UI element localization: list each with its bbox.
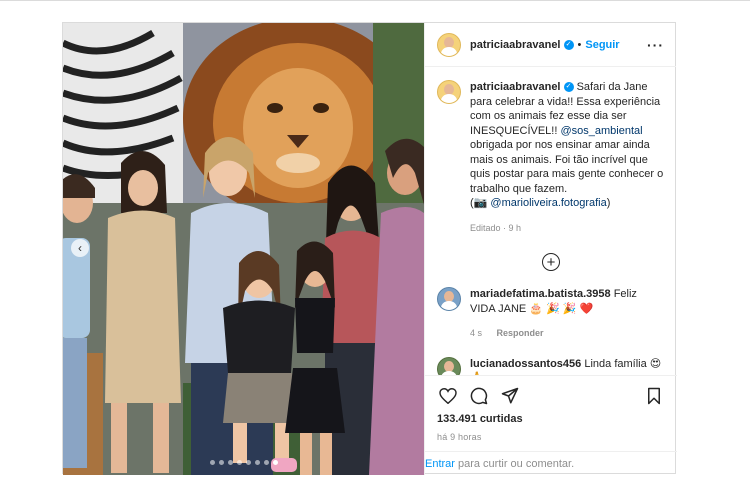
comment-body: lucianadossantos456 Linda família 😍 🙏 xyxy=(470,357,665,376)
carousel-dot xyxy=(218,460,224,465)
caption-text-part: ) xyxy=(606,197,611,209)
carousel-dot xyxy=(254,460,260,465)
comment-item: lucianadossantos456 Linda família 😍 🙏 xyxy=(437,356,665,376)
carousel-prev-button[interactable]: ‹ xyxy=(71,239,89,257)
author-avatar[interactable] xyxy=(437,32,461,57)
load-more-comments-button[interactable]: + xyxy=(542,253,560,271)
like-button[interactable] xyxy=(437,385,459,407)
caption-meta: Editado · 9 h xyxy=(470,222,522,233)
caption-username[interactable]: patriciaabravanel xyxy=(470,81,561,93)
login-prompt-text: para curtir ou comentar. xyxy=(457,457,575,470)
caption-text-part: obrigada por nos ensinar amar ainda mais… xyxy=(470,139,664,195)
carousel-dot xyxy=(209,460,215,465)
carousel-dot xyxy=(245,460,251,465)
mention-link[interactable]: @marioliveira.fotografia xyxy=(490,197,606,209)
comment-body: mariadefatima.batista.3958 Feliz VIDA JA… xyxy=(470,287,665,341)
chevron-left-icon: ‹ xyxy=(78,241,82,255)
more-horizontal-icon[interactable]: ··· xyxy=(647,37,664,53)
caption-text-part: (📷 xyxy=(470,197,491,209)
commenter-avatar[interactable] xyxy=(437,356,461,375)
verified-badge-icon: ✓ xyxy=(563,82,574,93)
carousel-dot xyxy=(263,460,269,465)
post-card: ‹ patriciaabravanel ✓ • Seguir ··· patri… xyxy=(62,22,677,475)
login-prompt: Entrar para curtir ou comentar. xyxy=(425,451,677,475)
commenter-username[interactable]: lucianadossantos456 xyxy=(470,358,581,370)
post-actions-bar xyxy=(425,375,677,415)
post-timestamp: há 9 horas xyxy=(437,432,482,442)
comments-section[interactable]: patriciaabravanel ✓ Safari da Jane para c… xyxy=(425,68,677,375)
comment-button[interactable] xyxy=(468,385,490,407)
mention-link[interactable]: @sos_ambiental xyxy=(560,125,642,137)
reply-button[interactable]: Responder xyxy=(497,328,544,338)
caption-text: patriciaabravanel ✓ Safari da Jane para c… xyxy=(470,80,665,235)
comment-time: 4 s xyxy=(470,328,483,338)
post-caption: patriciaabravanel ✓ Safari da Jane para c… xyxy=(437,80,665,235)
login-link[interactable]: Entrar xyxy=(425,458,455,470)
top-divider xyxy=(0,0,750,4)
save-button[interactable] xyxy=(643,385,665,407)
comment-bubble-icon xyxy=(470,387,488,404)
post-side-panel: patriciaabravanel ✓ • Seguir ··· patrici… xyxy=(424,23,677,475)
header-separator: • xyxy=(577,38,582,51)
caption-author-avatar[interactable] xyxy=(437,80,461,104)
commenter-avatar[interactable] xyxy=(437,287,461,311)
group-photo-illustration xyxy=(63,23,424,475)
bookmark-icon xyxy=(648,387,660,404)
comment-item: mariadefatima.batista.3958 Feliz VIDA JA… xyxy=(437,287,665,341)
commenter-username[interactable]: mariadefatima.batista.3958 xyxy=(470,288,611,300)
likes-count[interactable]: 133.491 curtidas xyxy=(437,413,523,425)
post-header: patriciaabravanel ✓ • Seguir ··· xyxy=(425,23,676,67)
carousel-dot xyxy=(272,460,278,465)
follow-button[interactable]: Seguir xyxy=(585,39,619,51)
carousel-dot xyxy=(236,460,242,465)
paper-plane-icon xyxy=(501,387,519,403)
comment-meta: 4 s Responder xyxy=(470,326,665,341)
share-button[interactable] xyxy=(499,385,521,407)
author-username[interactable]: patriciaabravanel xyxy=(470,39,561,51)
plus-circle-icon: + xyxy=(546,253,556,271)
verified-badge-icon: ✓ xyxy=(563,39,574,50)
heart-icon xyxy=(439,387,457,404)
carousel-dot xyxy=(227,460,233,465)
carousel-indicator xyxy=(63,460,424,465)
post-photo[interactable]: ‹ xyxy=(63,23,424,475)
